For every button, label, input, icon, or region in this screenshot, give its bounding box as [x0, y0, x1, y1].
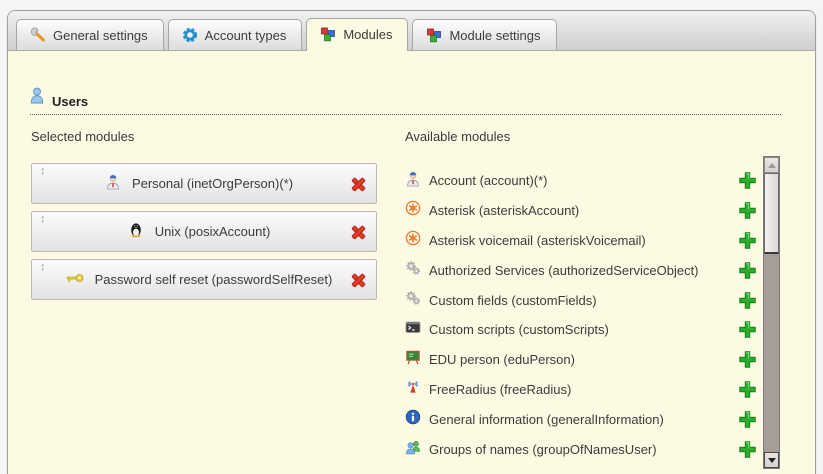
selected-module-row: ↕ Personal (inetOrgPerson)(*)	[31, 163, 377, 204]
available-module-row: Asterisk voicemail (asteriskVoicemail)	[405, 226, 757, 256]
config-window: General settings Account types	[7, 10, 816, 474]
blackboard-icon	[405, 349, 421, 370]
drag-handle-icon[interactable]: ↕	[40, 214, 46, 225]
asterisk-icon	[405, 230, 421, 251]
tab-bar: General settings Account types	[8, 11, 815, 51]
person-icon	[105, 173, 121, 195]
groups-icon	[405, 439, 421, 460]
module-label: General information (generalInformation)	[429, 412, 664, 427]
gears-icon	[405, 260, 421, 281]
modules-panel: Users Selected modules Available modules…	[8, 51, 815, 474]
tux-icon	[128, 221, 144, 243]
available-module-row: Authorized Services (authorizedServiceOb…	[405, 255, 757, 285]
available-module-row: Groups of names (groupOfNamesUser)	[405, 434, 757, 464]
add-icon[interactable]	[738, 291, 757, 310]
asterisk-icon	[405, 200, 421, 221]
selected-modules-label: Selected modules	[31, 129, 134, 144]
drag-handle-icon[interactable]: ↕	[40, 166, 46, 177]
add-icon[interactable]	[738, 201, 757, 220]
module-label: Custom scripts (customScripts)	[429, 322, 609, 337]
modules-icon	[426, 27, 442, 43]
module-label: Asterisk voicemail (asteriskVoicemail)	[429, 233, 646, 248]
available-module-row: Asterisk (asteriskAccount)	[405, 196, 757, 226]
module-label: FreeRadius (freeRadius)	[429, 382, 571, 397]
add-icon[interactable]	[738, 231, 757, 250]
add-icon[interactable]	[738, 380, 757, 399]
delete-icon[interactable]	[350, 272, 367, 289]
available-module-row: FreeRadius (freeRadius)	[405, 375, 757, 405]
lam-config-screen: General settings Account types	[0, 0, 823, 474]
wrench-icon	[30, 27, 46, 43]
module-label: Password self reset (passwordSelfReset)	[95, 272, 333, 287]
tab-account-types[interactable]: Account types	[168, 19, 303, 50]
terminal-icon	[405, 319, 421, 340]
available-modules-label: Available modules	[405, 129, 510, 144]
module-label: Custom fields (customFields)	[429, 293, 597, 308]
drag-handle-icon[interactable]: ↕	[40, 262, 46, 273]
antenna-icon	[405, 379, 421, 400]
module-label: Asterisk (asteriskAccount)	[429, 203, 579, 218]
selected-module-row: ↕ Password self reset (passwordSelfReset…	[31, 259, 377, 300]
selected-module-row: ↕ Unix (posixAccount)	[31, 211, 377, 252]
add-icon[interactable]	[738, 171, 757, 190]
tab-label: General settings	[53, 28, 148, 43]
module-label: Authorized Services (authorizedServiceOb…	[429, 263, 699, 278]
gear-icon	[182, 27, 198, 43]
add-icon[interactable]	[738, 410, 757, 429]
users-section-header: Users	[30, 87, 781, 115]
add-icon[interactable]	[738, 440, 757, 459]
available-module-row: EDU person (eduPerson)	[405, 345, 757, 375]
module-label: Personal (inetOrgPerson)(*)	[132, 176, 293, 191]
gears-icon	[405, 290, 421, 311]
module-label: Account (account)(*)	[429, 173, 548, 188]
key-icon	[66, 271, 84, 289]
triangle-up-icon	[768, 163, 776, 168]
available-modules-list: Account (account)(*)	[405, 166, 757, 464]
add-icon[interactable]	[738, 350, 757, 369]
info-icon	[405, 409, 421, 430]
add-icon[interactable]	[738, 320, 757, 339]
module-label: Groups of names (groupOfNamesUser)	[429, 442, 657, 457]
available-modules-scrollbar	[763, 156, 780, 469]
tab-modules[interactable]: Modules	[306, 18, 408, 51]
scroll-down-button[interactable]	[764, 452, 779, 468]
module-label: EDU person (eduPerson)	[429, 352, 575, 367]
modules-icon	[320, 26, 336, 42]
available-module-row: Account (account)(*)	[405, 166, 757, 196]
scroll-up-button[interactable]	[764, 157, 779, 173]
tab-module-settings[interactable]: Module settings	[412, 19, 556, 50]
selected-modules-list: ↕ Personal (inetOrgPerson)(*)	[31, 163, 377, 307]
section-title: Users	[52, 94, 88, 109]
person-icon	[405, 170, 421, 192]
scrollbar-thumb[interactable]	[764, 173, 779, 254]
delete-icon[interactable]	[350, 176, 367, 193]
tab-label: Account types	[205, 28, 287, 43]
available-module-row: Custom scripts (customScripts)	[405, 315, 757, 345]
tab-label: Module settings	[449, 28, 540, 43]
delete-icon[interactable]	[350, 224, 367, 241]
user-icon	[30, 87, 44, 109]
available-module-row: General information (generalInformation)	[405, 404, 757, 434]
tab-label: Modules	[343, 27, 392, 42]
available-module-row: Custom fields (customFields)	[405, 285, 757, 315]
module-label: Unix (posixAccount)	[155, 224, 271, 239]
tab-general-settings[interactable]: General settings	[16, 19, 164, 50]
add-icon[interactable]	[738, 261, 757, 280]
triangle-down-icon	[768, 458, 776, 463]
